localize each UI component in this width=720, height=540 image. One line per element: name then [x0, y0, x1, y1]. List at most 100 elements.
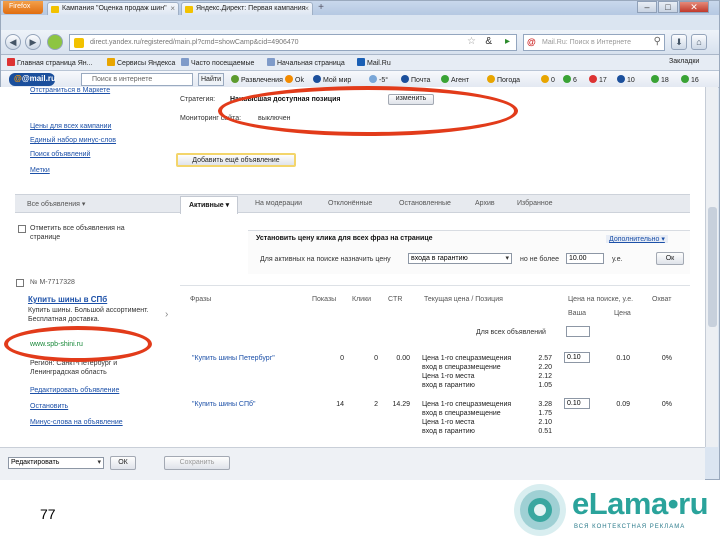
bookmark-item[interactable]: Сервисы Яндекса — [107, 58, 175, 67]
ad-region: Регион: Санкт-Петербург и Ленинградская … — [30, 360, 118, 376]
counter-icon — [651, 75, 659, 83]
toolbar-item[interactable]: Почта — [401, 75, 430, 84]
currency-label: у.е. — [612, 256, 623, 263]
col-clicks: Клики — [352, 296, 372, 303]
bulk-price-select[interactable]: входа в гарантию — [408, 253, 512, 264]
bookmarks-menu[interactable]: Закладки — [669, 58, 699, 65]
tab-archive[interactable]: Архив — [475, 200, 495, 207]
tab-moderation[interactable]: На модерации — [255, 200, 302, 207]
all-ads-dropdown[interactable]: Все объявления ▾ — [27, 200, 85, 208]
max-price-input[interactable]: 10.00 — [566, 253, 604, 264]
bulk-ok-button[interactable]: Ок — [656, 252, 684, 265]
agent-icon — [441, 75, 449, 83]
strategy-label: Стратегия: — [180, 96, 216, 103]
row1-price-1: 2.57 — [538, 355, 552, 362]
row2-clicks: 2 — [374, 401, 378, 408]
select-all-checkbox[interactable] — [18, 225, 26, 233]
toolbar-item[interactable]: 17 — [589, 75, 607, 84]
browser-tab-1[interactable]: Кампания "Оценка продаж шин" × — [47, 2, 179, 15]
edit-ad-link[interactable]: Редактировать объявление — [30, 387, 119, 394]
toolbar-item[interactable]: 6 — [563, 75, 577, 84]
stop-ad-link[interactable]: Остановить — [30, 403, 68, 410]
tab-rejected[interactable]: Отклонённые — [328, 200, 372, 207]
elama-wordmark: eLama•ru — [572, 486, 709, 521]
toolbar-item[interactable]: Агент — [441, 75, 469, 84]
browser-tab-2[interactable]: Яндекс.Директ: Первая кампания × — [181, 2, 313, 15]
ampersand-icon[interactable]: & — [485, 36, 492, 47]
row2-my-price-input[interactable]: 0.10 — [564, 398, 590, 409]
close-tab-icon[interactable]: × — [304, 4, 309, 13]
sidebar-link[interactable]: Отстраниться в Маркете — [30, 87, 110, 94]
ad-checkbox[interactable] — [16, 279, 24, 287]
row1-pos-1: Цена 1-го спецразмещения — [422, 355, 512, 362]
mailru-find-button[interactable]: Найти — [198, 73, 224, 86]
search-engine-icon[interactable]: @ — [527, 37, 536, 47]
tab-title: Кампания "Оценка продаж шин" — [62, 5, 167, 12]
sidebar-link[interactable]: Цены для всех кампании — [30, 123, 111, 130]
advanced-link[interactable]: Дополнительно ▾ — [606, 235, 668, 243]
go-arrow-icon[interactable]: ▸ — [505, 36, 510, 47]
search-box[interactable]: @ Mail.Ru: Поиск в Интернете ⚲ — [523, 34, 665, 51]
sidebar-link[interactable]: Метки — [30, 167, 50, 174]
toolbar-item[interactable]: Развлечения — [231, 75, 283, 84]
back-icon[interactable]: ◀ — [5, 34, 21, 50]
toolbar-item[interactable]: 16 — [681, 75, 699, 84]
address-bar[interactable]: direct.yandex.ru/registered/main.pl?cmd=… — [69, 34, 517, 51]
search-icon[interactable]: ⚲ — [654, 36, 661, 47]
mailru-search-input[interactable]: Поиск в интернете — [81, 73, 193, 86]
page-content: Отстраниться в Маркете Цены для всех кам… — [0, 87, 705, 447]
firefox-menu-button[interactable]: Firefox — [3, 1, 43, 14]
home-icon[interactable]: ⌂ — [691, 34, 707, 50]
sidebar-link[interactable]: Поиск объявлений — [30, 151, 90, 158]
close-window-icon[interactable]: ✕ — [679, 1, 709, 13]
tab-stopped[interactable]: Остановленные — [399, 200, 451, 207]
bulk-action-select[interactable]: Редактировать — [8, 457, 104, 469]
row2-ctr: 14.29 — [392, 401, 410, 408]
bookmark-item[interactable]: Начальная страница — [267, 58, 345, 67]
toolbar-item[interactable]: -5° — [369, 75, 388, 84]
row1-my-price-input[interactable]: 0.10 — [564, 352, 590, 363]
mailru-logo[interactable]: @@mail.ru — [9, 73, 56, 86]
tab-favorites[interactable]: Избранное — [517, 200, 552, 207]
download-icon[interactable]: ⬇ — [671, 34, 687, 50]
yandex-favicon-icon — [185, 6, 193, 13]
row1-clicks: 0 — [374, 355, 378, 362]
toolbar-item[interactable]: Мой мир — [313, 75, 351, 84]
minimize-icon[interactable]: – — [637, 1, 657, 13]
row1-phrase[interactable]: "Купить шины Петербург" — [192, 355, 275, 362]
scrollbar-thumb[interactable] — [708, 207, 717, 327]
toolbar-item[interactable]: 0 — [541, 75, 555, 84]
vertical-scrollbar[interactable] — [705, 87, 718, 447]
close-tab-icon[interactable]: × — [170, 4, 175, 13]
ad-title[interactable]: Купить шины в СПб — [28, 295, 107, 304]
tab-active[interactable]: Активные ▾ — [180, 196, 239, 214]
bookmarks-bar: Главная страница Ян... Сервисы Яндекса Ч… — [1, 55, 719, 71]
row2-price: 0.09 — [616, 401, 630, 408]
bookmark-star-icon[interactable]: ☆ — [467, 36, 476, 47]
bookmark-item[interactable]: Часто посещаемые — [181, 58, 254, 67]
forward-icon[interactable]: ▶ — [25, 34, 41, 50]
addon-icon[interactable] — [47, 34, 63, 50]
add-ad-button[interactable]: Добавить ещё объявление — [176, 153, 296, 167]
sidebar-link[interactable]: Единый набор минус-слов — [30, 137, 116, 144]
row1-coverage: 0% — [661, 355, 672, 362]
new-tab-icon[interactable]: + — [314, 3, 328, 14]
toolbar-item[interactable]: 10 — [617, 75, 635, 84]
row2-phrase[interactable]: "Купить шины СПб" — [192, 401, 256, 408]
all-ads-price-input[interactable] — [566, 326, 590, 337]
row2-price-1: 3.28 — [538, 401, 552, 408]
chevron-right-icon[interactable]: › — [165, 309, 168, 320]
bulk-title: Установить цену клика для всех фраз на с… — [256, 235, 433, 242]
weather-icon — [369, 75, 377, 83]
toolbar-item[interactable]: Погода — [487, 75, 520, 84]
save-button[interactable]: Сохранить — [164, 456, 230, 470]
row2-price-2: 1.75 — [538, 410, 552, 417]
toolbar-item[interactable]: 18 — [651, 75, 669, 84]
status-tabs: Все объявления ▾ Активные ▾ На модерации… — [15, 194, 690, 214]
bookmark-item[interactable]: Mail.Ru — [357, 58, 391, 67]
minus-words-link[interactable]: Минус-слова на объявление — [30, 419, 123, 426]
toolbar-item[interactable]: Ok — [285, 75, 304, 84]
maximize-icon[interactable]: □ — [658, 1, 678, 13]
bulk-action-ok-button[interactable]: ОК — [110, 456, 136, 470]
bookmark-item[interactable]: Главная страница Ян... — [7, 58, 92, 67]
